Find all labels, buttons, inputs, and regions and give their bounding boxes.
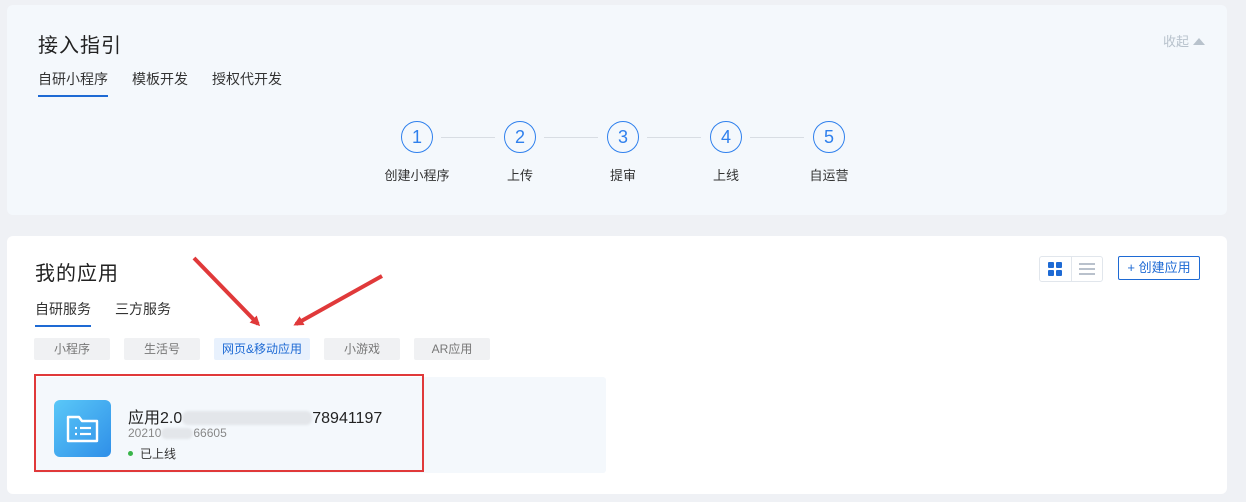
step-1: 1 创建小程序 xyxy=(377,121,457,184)
step-5: 5 自运营 xyxy=(789,121,869,184)
document-list-icon xyxy=(54,400,111,457)
step-number: 5 xyxy=(813,121,845,153)
create-app-button[interactable]: + 创建应用 xyxy=(1118,256,1200,280)
apps-tabs: 自研服务 三方服务 xyxy=(35,299,171,327)
step-label: 自运营 xyxy=(809,168,849,183)
tab-self-services[interactable]: 自研服务 xyxy=(35,299,91,327)
step-2: 2 上传 xyxy=(480,121,560,184)
tab-third-party-services[interactable]: 三方服务 xyxy=(115,299,171,327)
step-label: 上线 xyxy=(712,168,739,183)
tab-template-development[interactable]: 模板开发 xyxy=(132,69,188,97)
status-dot xyxy=(128,451,133,456)
status-badge: 已上线 xyxy=(128,445,176,462)
step-4: 4 上线 xyxy=(686,121,766,184)
app-type-filters: 小程序 生活号 网页&移动应用 小游戏 AR应用 xyxy=(34,338,504,360)
list-view-button[interactable] xyxy=(1070,257,1103,281)
app-id-suffix: 66605 xyxy=(193,426,227,440)
collapse-label: 收起 xyxy=(1162,34,1189,49)
apps-title: 我的应用 xyxy=(35,263,119,285)
app-id: 20210 66605 xyxy=(128,426,227,440)
step-3: 3 提审 xyxy=(583,121,663,184)
filter-life-account[interactable]: 生活号 xyxy=(124,338,200,360)
app-name-prefix: 应用2.0 xyxy=(128,410,183,427)
view-toggle xyxy=(1039,256,1103,282)
step-number: 2 xyxy=(504,121,536,153)
step-label: 提审 xyxy=(609,168,636,183)
guide-tabs: 自研小程序 模板开发 授权代开发 xyxy=(38,69,282,97)
step-label: 创建小程序 xyxy=(384,168,450,183)
tab-authorized-development[interactable]: 授权代开发 xyxy=(212,69,282,97)
guide-title: 接入指引 xyxy=(38,35,122,57)
filter-mini-game[interactable]: 小游戏 xyxy=(324,338,400,360)
app-name-suffix: 78941197 xyxy=(312,410,383,427)
step-number: 3 xyxy=(607,121,639,153)
step-number: 4 xyxy=(710,121,742,153)
step-number: 1 xyxy=(401,121,433,153)
app-name: 应用2.0 78941197 xyxy=(128,404,382,428)
redacted-mask xyxy=(161,428,194,439)
app-id-prefix: 20210 xyxy=(128,426,162,440)
guide-steps: 1 创建小程序 2 上传 3 提审 4 上线 5 自运营 xyxy=(377,121,857,191)
apps-card: 我的应用 + 创建应用 自研服务 三方服务 小程序 生活号 网页&移动应用 小游… xyxy=(7,236,1227,494)
redacted-mask xyxy=(182,411,313,425)
step-label: 上传 xyxy=(506,168,533,183)
tab-self-developed-miniprogram[interactable]: 自研小程序 xyxy=(38,69,108,97)
status-label: 已上线 xyxy=(140,447,177,461)
list-icon xyxy=(1078,260,1095,278)
collapse-button[interactable]: 收起 xyxy=(1163,31,1205,50)
filter-ar-app[interactable]: AR应用 xyxy=(414,338,490,360)
guide-card: 接入指引 收起 自研小程序 模板开发 授权代开发 1 创建小程序 2 上传 3 … xyxy=(7,5,1227,215)
grid-view-button[interactable] xyxy=(1040,257,1071,281)
filter-miniprogram[interactable]: 小程序 xyxy=(34,338,110,360)
triangle-up-icon xyxy=(1193,38,1205,45)
grid-icon xyxy=(1048,262,1063,276)
filter-web-mobile-app[interactable]: 网页&移动应用 xyxy=(214,338,310,360)
app-card[interactable]: 应用2.0 78941197 20210 66605 已上线 xyxy=(34,374,424,472)
